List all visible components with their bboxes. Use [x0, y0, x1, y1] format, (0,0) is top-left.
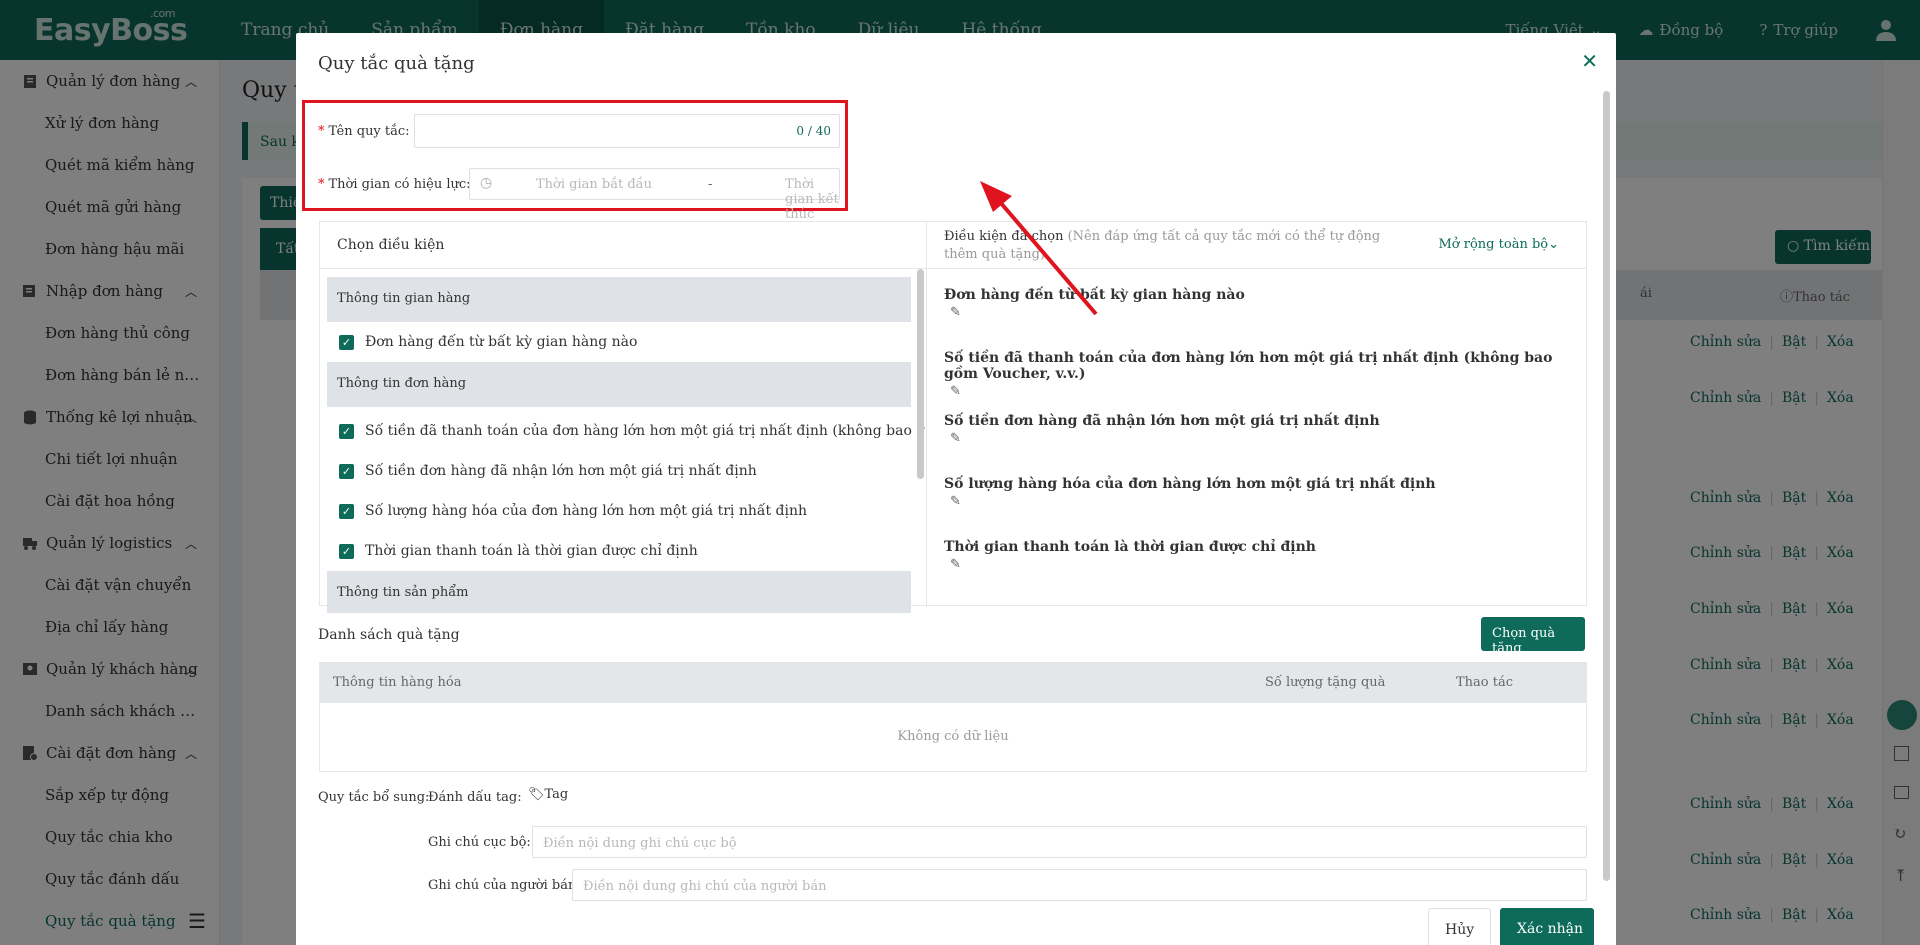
tag-icon: 🏷: [528, 787, 545, 802]
rule-name-label: * Tên quy tắc:: [318, 124, 410, 139]
checkbox-checked-icon[interactable]: ✓: [339, 334, 354, 350]
section-store-info: Thông tin gian hàng: [327, 277, 911, 322]
gift-rule-dialog: Quy tắc quà tặng ✕ * Tên quy tắc: 0 / 40 …: [296, 33, 1616, 945]
condition-picker: Chọn điều kiện Thông tin gian hàng ✓ Đơn …: [320, 222, 927, 613]
local-note-input[interactable]: Điền nội dung ghi chú cục bộ: [532, 826, 1587, 858]
confirm-button[interactable]: Xác nhận: [1500, 908, 1594, 945]
chevron-down-icon: ⌄: [1548, 237, 1559, 252]
expand-all-link[interactable]: Mở rộng toàn bộ⌄: [1439, 237, 1560, 252]
cancel-button[interactable]: Hủy: [1428, 908, 1491, 945]
char-counter: 0 / 40: [796, 124, 831, 138]
condition-received-amount[interactable]: ✓ Số tiền đơn hàng đã nhận lớn hơn một gi…: [320, 451, 926, 491]
checkbox-checked-icon[interactable]: ✓: [339, 463, 354, 479]
clock-icon: ◷: [480, 175, 493, 191]
end-time-field[interactable]: Thời gian kết thúc: [785, 177, 839, 222]
edit-pen-icon[interactable]: ✎: [950, 557, 1570, 572]
section-order-info: Thông tin đơn hàng: [327, 362, 911, 407]
gift-list-title: Danh sách quà tặng: [318, 627, 460, 643]
date-range-picker[interactable]: ◷ Thời gian bắt đầu - Thời gian kết thúc: [469, 168, 840, 222]
edit-pen-icon[interactable]: ✎: [950, 305, 1570, 320]
gift-table-header: Thông tin hàng hóa Số lượng tặng quà Tha…: [320, 663, 1586, 703]
gift-table: Thông tin hàng hóa Số lượng tặng quà Tha…: [319, 662, 1587, 772]
selected-condition: Thời gian thanh toán là thời gian được c…: [927, 521, 1587, 584]
seller-note-input[interactable]: Điền nội dung ghi chú của người bán: [572, 869, 1587, 901]
validity-label: * Thời gian có hiệu lực:: [318, 177, 471, 192]
condition-item-quantity[interactable]: ✓ Số lượng hàng hóa của đơn hàng lớn hơn …: [320, 491, 926, 531]
checkbox-checked-icon[interactable]: ✓: [339, 543, 354, 559]
condition-scrollbar[interactable]: [917, 269, 924, 479]
dialog-scrollbar[interactable]: [1603, 91, 1610, 881]
tag-button[interactable]: 🏷Tag: [528, 787, 568, 802]
condition-payment-time[interactable]: ✓ Thời gian thanh toán là thời gian được …: [320, 531, 926, 571]
empty-state: Không có dữ liệu: [897, 729, 1009, 744]
condition-picker-title: Chọn điều kiện: [320, 222, 926, 269]
rule-name-input[interactable]: 0 / 40: [414, 114, 840, 148]
extra-rules-label: Quy tắc bổ sung:: [318, 790, 430, 805]
selected-condition: Đơn hàng đến từ bất kỳ gian hàng nào ✎: [927, 269, 1587, 332]
checkbox-checked-icon[interactable]: ✓: [339, 503, 354, 519]
selected-conditions-header: Điều kiện đã chọn (Nên đáp ứng tất cả qu…: [927, 222, 1587, 269]
selected-condition: Số lượng hàng hóa của đơn hàng lớn hơn m…: [927, 458, 1587, 521]
local-note-label: Ghi chú cục bộ:: [428, 835, 531, 850]
selected-condition: Số tiền đã thanh toán của đơn hàng lớn h…: [927, 332, 1587, 399]
range-separator: -: [708, 177, 713, 192]
close-icon[interactable]: ✕: [1581, 49, 1598, 73]
edit-pen-icon[interactable]: ✎: [950, 494, 1570, 509]
conditions-box: Chọn điều kiện Thông tin gian hàng ✓ Đơn …: [319, 221, 1587, 613]
mark-tag-label: Đánh dấu tag:: [428, 790, 522, 805]
edit-pen-icon[interactable]: ✎: [950, 431, 1570, 446]
selected-conditions: Điều kiện đã chọn (Nên đáp ứng tất cả qu…: [927, 222, 1587, 607]
section-product-info: Thông tin sản phẩm: [327, 571, 911, 613]
condition-any-store[interactable]: ✓ Đơn hàng đến từ bất kỳ gian hàng nào: [320, 322, 926, 362]
condition-paid-amount[interactable]: ✓ Số tiền đã thanh toán của đơn hàng lớn …: [320, 411, 926, 451]
start-time-field[interactable]: Thời gian bắt đầu: [536, 177, 652, 192]
seller-note-label: Ghi chú của người bán:: [428, 878, 581, 893]
dialog-title: Quy tắc quà tặng: [318, 53, 475, 74]
choose-gift-button[interactable]: Chọn quà tặng: [1481, 617, 1585, 656]
selected-condition: Số tiền đơn hàng đã nhận lớn hơn một giá…: [927, 395, 1587, 458]
checkbox-checked-icon[interactable]: ✓: [339, 423, 354, 439]
